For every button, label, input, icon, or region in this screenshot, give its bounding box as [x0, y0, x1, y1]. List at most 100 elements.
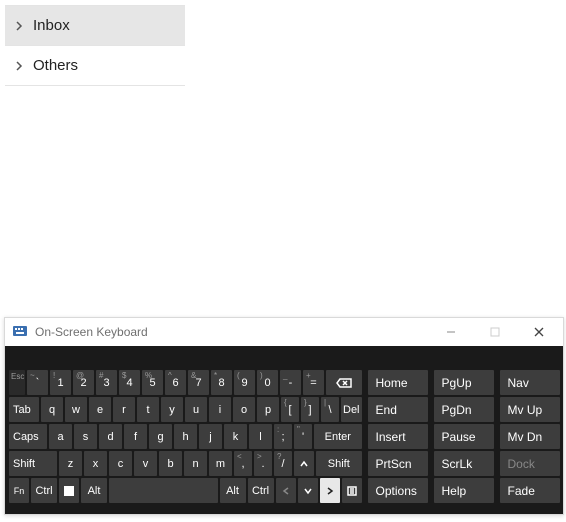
key-b[interactable]: b — [159, 451, 182, 476]
key-5[interactable]: %5 — [142, 370, 163, 395]
key-rbracket[interactable]: }] — [301, 397, 319, 422]
side-col-1: Home End Insert PrtScn Options — [368, 370, 428, 510]
key-e[interactable]: e — [89, 397, 111, 422]
key-9[interactable]: (9 — [234, 370, 255, 395]
key-3[interactable]: #3 — [96, 370, 117, 395]
key-c[interactable]: c — [109, 451, 132, 476]
key-q[interactable]: q — [41, 397, 63, 422]
key-rctrl[interactable]: Ctrl — [248, 478, 274, 503]
key-v[interactable]: v — [134, 451, 157, 476]
key-l[interactable]: l — [249, 424, 272, 449]
key-lshift[interactable]: Shift — [9, 451, 57, 476]
folder-label: Inbox — [33, 17, 70, 34]
osk-header-spacer — [9, 350, 559, 370]
key-pgup[interactable]: PgUp — [434, 370, 494, 395]
maximize-button[interactable] — [477, 318, 513, 346]
key-equals[interactable]: += — [303, 370, 324, 395]
key-g[interactable]: g — [149, 424, 172, 449]
key-fn[interactable]: Fn — [9, 478, 29, 503]
key-1[interactable]: !1 — [50, 370, 71, 395]
key-row-1: Esc ~` !1 @2 #3 $4 %5 ^6 &7 *8 (9 )0 _- … — [9, 370, 362, 395]
key-backspace[interactable] — [326, 370, 362, 395]
key-win[interactable] — [59, 478, 79, 503]
key-backslash[interactable]: |\ — [321, 397, 339, 422]
key-0[interactable]: )0 — [257, 370, 278, 395]
key-lalt[interactable]: Alt — [81, 478, 107, 503]
key-menu[interactable] — [342, 478, 362, 503]
key-slash[interactable]: ?/ — [274, 451, 292, 476]
key-s[interactable]: s — [74, 424, 97, 449]
key-quote[interactable]: "' — [294, 424, 312, 449]
key-caps[interactable]: Caps — [9, 424, 47, 449]
close-button[interactable] — [521, 318, 557, 346]
key-up-arrow[interactable] — [294, 451, 314, 476]
chevron-right-icon — [13, 60, 25, 72]
key-6[interactable]: ^6 — [165, 370, 186, 395]
key-help[interactable]: Help — [434, 478, 494, 503]
key-del[interactable]: Del — [341, 397, 362, 422]
key-rshift[interactable]: Shift — [316, 451, 362, 476]
key-options[interactable]: Options — [368, 478, 428, 503]
osk-title: On-Screen Keyboard — [35, 325, 148, 339]
key-period[interactable]: >. — [254, 451, 272, 476]
key-pgdn[interactable]: PgDn — [434, 397, 494, 422]
key-w[interactable]: w — [65, 397, 87, 422]
key-i[interactable]: i — [209, 397, 231, 422]
key-pause[interactable]: Pause — [434, 424, 494, 449]
key-right-arrow[interactable] — [320, 478, 340, 503]
folder-item-inbox[interactable]: Inbox — [5, 5, 185, 45]
key-j[interactable]: j — [199, 424, 222, 449]
side-col-2: PgUp PgDn Pause ScrLk Help — [434, 370, 494, 510]
key-h[interactable]: h — [174, 424, 197, 449]
key-home[interactable]: Home — [368, 370, 428, 395]
key-m[interactable]: m — [209, 451, 232, 476]
key-k[interactable]: k — [224, 424, 247, 449]
key-end[interactable]: End — [368, 397, 428, 422]
key-8[interactable]: *8 — [211, 370, 232, 395]
key-o[interactable]: o — [233, 397, 255, 422]
osk-titlebar[interactable]: On-Screen Keyboard — [5, 318, 563, 346]
key-7[interactable]: &7 — [188, 370, 209, 395]
key-ralt[interactable]: Alt — [220, 478, 246, 503]
key-comma[interactable]: <, — [234, 451, 252, 476]
key-mvdn[interactable]: Mv Dn — [500, 424, 560, 449]
key-scrlk[interactable]: ScrLk — [434, 451, 494, 476]
key-row-4: Shift z x c v b n m <, >. ?/ Shift — [9, 451, 362, 476]
key-fade[interactable]: Fade — [500, 478, 560, 503]
key-4[interactable]: $4 — [119, 370, 140, 395]
key-insert[interactable]: Insert — [368, 424, 428, 449]
key-dock[interactable]: Dock — [500, 451, 560, 476]
minimize-button[interactable] — [433, 318, 469, 346]
key-z[interactable]: z — [59, 451, 82, 476]
key-semicolon[interactable]: :; — [274, 424, 292, 449]
key-d[interactable]: d — [99, 424, 122, 449]
key-enter[interactable]: Enter — [314, 424, 362, 449]
key-nav[interactable]: Nav — [500, 370, 560, 395]
folder-item-others[interactable]: Others — [5, 45, 185, 85]
key-f[interactable]: f — [124, 424, 147, 449]
key-lctrl[interactable]: Ctrl — [31, 478, 57, 503]
key-t[interactable]: t — [137, 397, 159, 422]
key-y[interactable]: y — [161, 397, 183, 422]
key-2[interactable]: @2 — [73, 370, 94, 395]
key-esc[interactable]: Esc — [9, 370, 25, 395]
key-mvup[interactable]: Mv Up — [500, 397, 560, 422]
key-space[interactable] — [109, 478, 218, 503]
key-tab[interactable]: Tab — [9, 397, 39, 422]
key-r[interactable]: r — [113, 397, 135, 422]
key-x[interactable]: x — [84, 451, 107, 476]
key-u[interactable]: u — [185, 397, 207, 422]
key-n[interactable]: n — [184, 451, 207, 476]
key-p[interactable]: p — [257, 397, 279, 422]
key-lbracket[interactable]: {[ — [281, 397, 299, 422]
key-left-arrow[interactable] — [276, 478, 296, 503]
key-prtscn[interactable]: PrtScn — [368, 451, 428, 476]
key-minus[interactable]: _- — [280, 370, 301, 395]
key-a[interactable]: a — [49, 424, 72, 449]
key-row-2: Tab q w e r t y u i o p {[ }] |\ Del — [9, 397, 362, 422]
onscreen-keyboard-window: On-Screen Keyboard Esc ~` !1 @2 #3 $4 — [4, 317, 564, 515]
osk-body: Esc ~` !1 @2 #3 $4 %5 ^6 &7 *8 (9 )0 _- … — [5, 346, 563, 514]
key-row-5: Fn Ctrl Alt Alt Ctrl — [9, 478, 362, 503]
key-backtick[interactable]: ~` — [27, 370, 48, 395]
key-down-arrow[interactable] — [298, 478, 318, 503]
